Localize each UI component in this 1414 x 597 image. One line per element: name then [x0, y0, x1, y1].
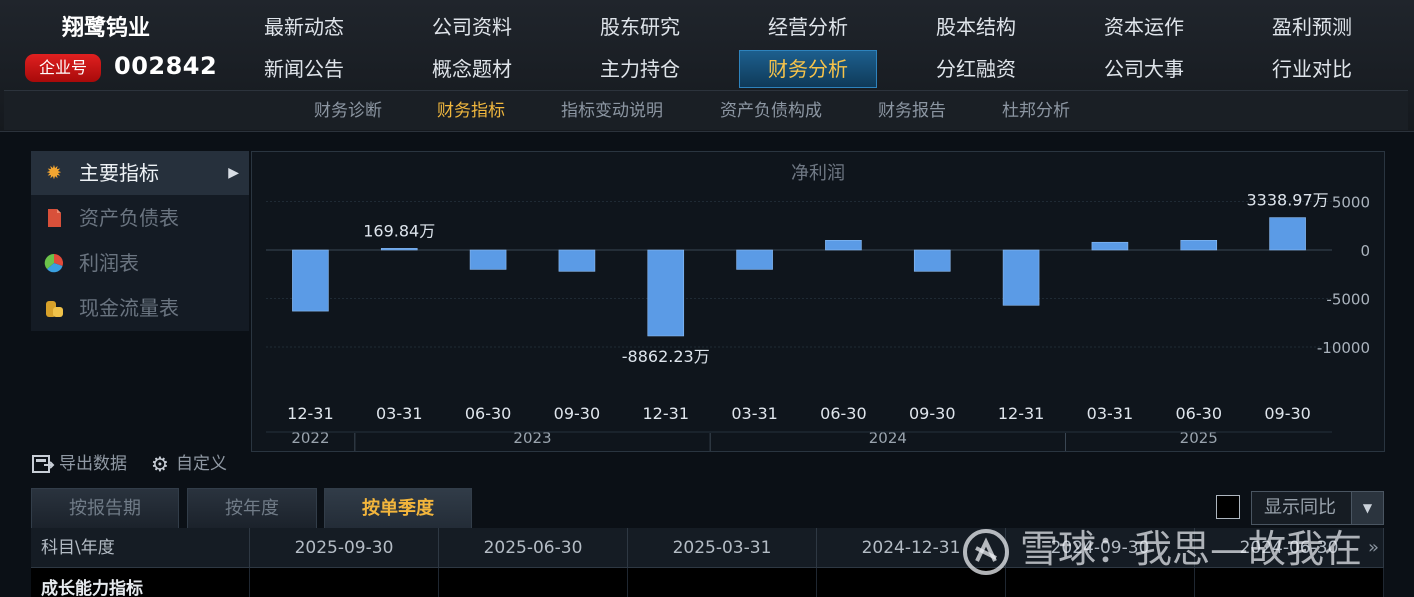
subnav-financial-diagnosis[interactable]: 财务诊断 — [314, 91, 382, 131]
table-row-title: 成长能力指标 — [41, 579, 143, 597]
tab-by-quarter[interactable]: 按单季度 — [324, 488, 472, 528]
y-tick-label: -10000 — [1317, 339, 1370, 357]
x-tick-label: 06-30 — [1176, 404, 1223, 423]
next-columns-icon[interactable]: » — [1368, 528, 1379, 568]
menu-item-cash-flow[interactable]: 现金流量表 — [31, 286, 249, 330]
chart-bar — [913, 249, 951, 272]
watermark-text: 雪球：我思—故我在 — [1020, 527, 1363, 571]
nav-dividends-financing[interactable]: 分红融资 — [907, 50, 1045, 88]
y-tick-label: 5000 — [1332, 194, 1370, 212]
side-menu: ✹ 主要指标 ▶ 资产负债表 利润表 现金流量表 — [31, 151, 249, 331]
x-tick-label: 12-31 — [998, 404, 1044, 423]
subnav-financial-indicators[interactable]: 财务指标 — [437, 91, 505, 131]
menu-item-label: 主要指标 — [79, 161, 159, 185]
sun-icon: ✹ — [46, 162, 62, 184]
data-label: -8862.23万 — [622, 347, 710, 366]
nav-equity-structure[interactable]: 股本结构 — [907, 8, 1045, 46]
export-data-button[interactable]: 导出数据 — [31, 450, 127, 478]
chart-title: 净利润 — [791, 163, 845, 184]
x-tick-label: 03-31 — [376, 404, 423, 423]
x-tick-label: 12-31 — [287, 404, 334, 423]
nav-financial-analysis[interactable]: 财务分析 — [739, 50, 877, 88]
caret-right-icon: ▶ — [228, 165, 239, 181]
table-header-period[interactable]: 2025-09-30 — [250, 528, 439, 568]
main-nav-row-1: 最新动态 公司资料 股东研究 经营分析 股本结构 资本运作 盈利预测 — [220, 8, 1400, 46]
tab-by-year[interactable]: 按年度 — [187, 488, 317, 528]
top-header: 翔鹭钨业 企业号 002842 最新动态 公司资料 股东研究 经营分析 股本结构… — [0, 0, 1414, 132]
y-tick-label: 0 — [1360, 242, 1370, 260]
gear-icon: ⚙ — [151, 452, 169, 476]
coins-icon — [43, 297, 65, 319]
chart-bar — [1002, 249, 1040, 306]
menu-item-income-statement[interactable]: 利润表 — [31, 241, 249, 285]
x-tick-label: 06-30 — [465, 404, 512, 423]
menu-item-label: 资产负债表 — [79, 206, 179, 230]
data-label: 3338.97万 — [1246, 191, 1328, 210]
nav-capital-operations[interactable]: 资本运作 — [1075, 8, 1213, 46]
pie-icon — [43, 252, 65, 274]
chart-bar — [647, 249, 685, 337]
sub-nav: 财务诊断 财务指标 指标变动说明 资产负债构成 财务报告 杜邦分析 — [4, 90, 1408, 130]
nav-operations-analysis[interactable]: 经营分析 — [739, 8, 877, 46]
chart-bar — [1180, 240, 1218, 251]
document-icon — [43, 207, 65, 229]
company-name: 翔鹭钨业 — [62, 16, 151, 41]
stock-code: 002842 — [114, 52, 218, 80]
nav-news-announcements[interactable]: 新闻公告 — [235, 50, 373, 88]
customize-button[interactable]: ⚙ 自定义 — [148, 450, 227, 478]
subnav-dupont-analysis[interactable]: 杜邦分析 — [1002, 91, 1070, 131]
chart-bar — [558, 249, 596, 272]
nav-latest-news[interactable]: 最新动态 — [235, 8, 373, 46]
export-icon — [31, 453, 55, 475]
chart-bar — [736, 249, 773, 270]
menu-item-balance-sheet[interactable]: 资产负债表 — [31, 196, 249, 240]
subnav-indicator-changes[interactable]: 指标变动说明 — [561, 91, 663, 131]
enterprise-badge[interactable]: 企业号 — [25, 54, 101, 82]
x-tick-label: 09-30 — [1264, 404, 1311, 423]
customize-label: 自定义 — [176, 454, 227, 474]
xueqiu-watermark: 雪球：我思—故我在 — [962, 520, 1362, 578]
menu-item-label: 利润表 — [79, 251, 139, 275]
table-cell — [628, 568, 817, 597]
chart-bar — [1091, 241, 1129, 251]
chart-bar — [1269, 217, 1306, 251]
chart-bar — [825, 240, 862, 251]
x-tick-label: 09-30 — [554, 404, 601, 423]
x-tick-label: 03-31 — [731, 404, 778, 423]
menu-item-main-indicators[interactable]: ✹ 主要指标 ▶ — [31, 151, 249, 195]
nav-company-profile[interactable]: 公司资料 — [403, 8, 541, 46]
nav-shareholder-research[interactable]: 股东研究 — [571, 8, 709, 46]
chart-bar — [380, 248, 418, 251]
xueqiu-logo-icon — [962, 528, 1010, 576]
table-header-period[interactable]: 2025-03-31 — [628, 528, 817, 568]
data-label: 169.84万 — [363, 221, 435, 240]
nav-company-events[interactable]: 公司大事 — [1075, 50, 1213, 88]
x-tick-label: 09-30 — [909, 404, 956, 423]
menu-item-label: 现金流量表 — [79, 296, 179, 320]
main-nav-row-2: 新闻公告 概念题材 主力持仓 财务分析 分红融资 公司大事 行业对比 — [220, 50, 1400, 88]
chart-svg: 净利润 5000 0 -5000 -10000 169.84万 -8862.23万 3338.… — [266, 163, 1370, 451]
brand: 翔鹭钨业 企业号 002842 — [0, 0, 232, 90]
chart-bar — [292, 249, 329, 312]
x-tick-label: 03-31 — [1087, 404, 1134, 423]
tab-by-report-period[interactable]: 按报告期 — [31, 488, 179, 528]
export-data-label: 导出数据 — [59, 454, 127, 474]
subnav-financial-reports[interactable]: 财务报告 — [878, 91, 946, 131]
x-tick-label: 12-31 — [643, 404, 690, 423]
app-root: 翔鹭钨业 企业号 002842 最新动态 公司资料 股东研究 经营分析 股本结构… — [0, 0, 1414, 597]
net-profit-chart: 净利润 5000 0 -5000 -10000 169.84万 -8862.23万 3338.… — [251, 151, 1385, 452]
table-header-period[interactable]: 2025-06-30 — [439, 528, 628, 568]
nav-industry-comparison[interactable]: 行业对比 — [1243, 50, 1381, 88]
nav-earnings-forecast[interactable]: 盈利预测 — [1243, 8, 1381, 46]
subnav-balance-composition[interactable]: 资产负债构成 — [720, 91, 822, 131]
y-tick-label: -5000 — [1326, 291, 1370, 309]
x-tick-label: 06-30 — [820, 404, 867, 423]
yoy-checkbox[interactable] — [1216, 495, 1240, 519]
chart-bar — [469, 249, 507, 270]
table-header-subject: 科目\年度 — [31, 528, 250, 568]
table-cell — [439, 568, 628, 597]
table-cell — [250, 568, 439, 597]
nav-main-holdings[interactable]: 主力持仓 — [571, 50, 709, 88]
nav-concept-themes[interactable]: 概念题材 — [403, 50, 541, 88]
